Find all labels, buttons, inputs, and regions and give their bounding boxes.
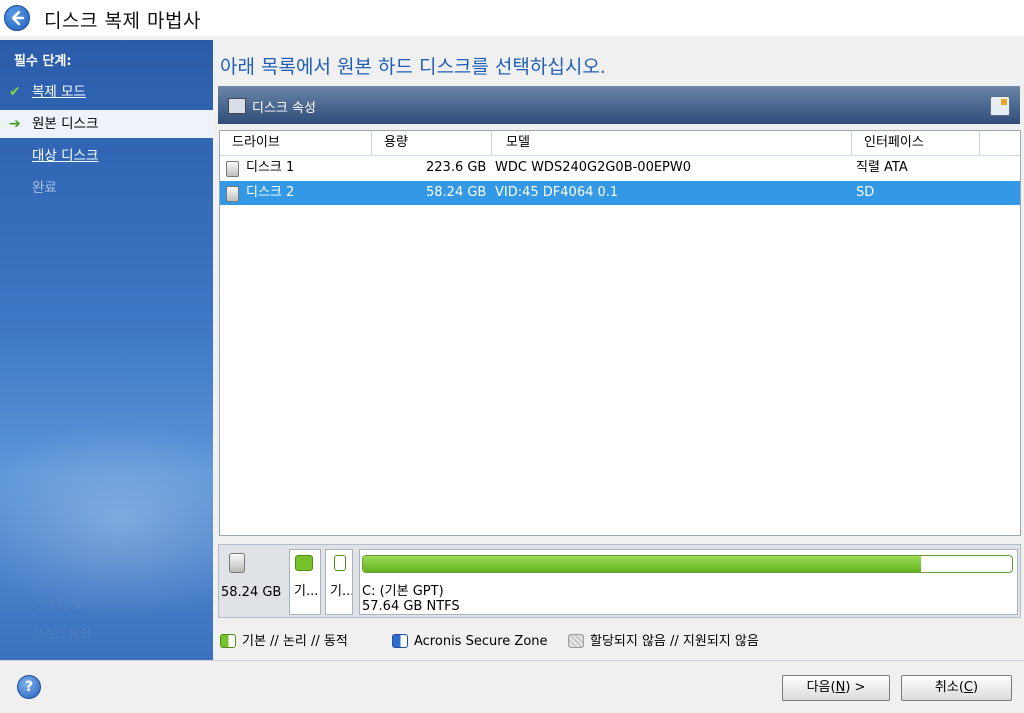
- next-button[interactable]: 다음(N) >: [782, 675, 890, 701]
- partition-label: 기...: [294, 584, 319, 599]
- disk-map: 58.24 GB 기... 기... C: (기본 GPT) 57.64 GB …: [218, 544, 1021, 618]
- required-steps-header: 필수 단계:: [14, 54, 72, 69]
- bottom-bar: ? 다음(N) > 취소(C): [0, 660, 1024, 713]
- cell-drive: 디스크 1: [246, 160, 295, 175]
- partition-usage-fill: [363, 556, 922, 572]
- step-label: 복제 모드: [32, 84, 86, 100]
- wizard-sidebar: 필수 단계: ✔ 복제 모드 ➔ 원본 디스크 대상 디스크 완료 선택 단계:…: [0, 40, 213, 660]
- column-header-model[interactable]: 모델: [492, 131, 852, 155]
- partition-bar: [334, 555, 346, 571]
- optional-steps-header: 선택 단계:: [32, 597, 85, 611]
- step-clone-mode[interactable]: ✔ 복제 모드: [0, 78, 213, 106]
- legend-acronis-label: Acronis Secure Zone: [414, 634, 548, 649]
- unallocated-icon: [568, 634, 584, 648]
- column-header-drive[interactable]: 드라이브: [220, 131, 372, 155]
- help-button[interactable]: ?: [17, 675, 41, 699]
- disk-properties-label: 디스크 속성: [252, 101, 316, 116]
- cell-drive: 디스크 2: [246, 185, 295, 200]
- disk-properties-bar: 디스크 속성: [218, 86, 1020, 124]
- partition-usage-bar: [362, 555, 1013, 573]
- cell-capacity: 58.24 GB: [426, 185, 487, 200]
- next-label-suffix: ) >: [845, 680, 866, 695]
- back-button[interactable]: [4, 5, 30, 31]
- step-source-disk[interactable]: ➔ 원본 디스크: [0, 110, 213, 138]
- cancel-label-key: C: [963, 680, 973, 695]
- legend-acronis: Acronis Secure Zone: [392, 632, 548, 652]
- cell-interface: 직렬 ATA: [856, 160, 908, 175]
- next-label-key: N: [835, 680, 846, 695]
- cancel-button[interactable]: 취소(C): [901, 675, 1012, 701]
- legend-basic: 기본 // 논리 // 동적: [220, 632, 348, 652]
- disk-properties-icon: [228, 98, 246, 114]
- partition-1[interactable]: 기...: [289, 549, 321, 615]
- step-label: 원본 디스크: [32, 116, 99, 132]
- table-header: 드라이브 용량 모델 인터페이스: [220, 131, 1020, 156]
- step-target-disk[interactable]: 대상 디스크: [0, 142, 213, 170]
- properties-edit-button[interactable]: [990, 96, 1010, 116]
- partition-label: 기...: [330, 584, 352, 599]
- table-row[interactable]: 디스크 2 58.24 GB VID:45 DF4064 0.1 SD: [220, 181, 1020, 205]
- arrow-left-icon: [11, 10, 25, 26]
- next-label-prefix: 다음(: [806, 680, 836, 695]
- column-header-interface[interactable]: 인터페이스: [852, 131, 980, 155]
- checkmark-icon: ✔: [9, 84, 21, 100]
- title-bar: 디스크 복제 마법사: [0, 0, 1024, 36]
- step-label: 완료: [32, 180, 57, 196]
- table-row[interactable]: 디스크 1 223.6 GB WDC WDS240G2G0B-00EPW0 직렬…: [220, 156, 1020, 180]
- partition-info: 57.64 GB NTFS: [362, 599, 460, 614]
- legend-unallocated: 할당되지 않음 // 지원되지 않음: [568, 632, 759, 652]
- secure-zone-icon: [392, 634, 408, 648]
- column-header-capacity[interactable]: 용량: [372, 131, 492, 155]
- basic-partition-icon: [220, 634, 236, 648]
- cell-model: VID:45 DF4064 0.1: [495, 185, 619, 200]
- disk-icon: [229, 553, 245, 573]
- step-label: 대상 디스크: [32, 148, 99, 164]
- disk-table: 드라이브 용량 모델 인터페이스 디스크 1 223.6 GB WDC WDS2…: [219, 130, 1021, 536]
- cell-interface: SD: [856, 185, 875, 200]
- legend-unallocated-label: 할당되지 않음 // 지원되지 않음: [590, 634, 759, 649]
- partition-c[interactable]: C: (기본 GPT) 57.64 GB NTFS: [359, 549, 1018, 615]
- cell-model: WDC WDS240G2G0B-00EPW0: [495, 160, 692, 175]
- arrow-right-icon: ➔: [9, 116, 21, 132]
- window-title: 디스크 복제 마법사: [44, 10, 201, 32]
- disk-size: 58.24 GB: [221, 585, 282, 600]
- partition-bar: [295, 555, 313, 571]
- disk-icon: [226, 186, 239, 202]
- partition-name: C: (기본 GPT): [362, 584, 444, 599]
- cancel-label-prefix: 취소(: [934, 680, 964, 695]
- step-disk-exclusion: 디스크 제외: [32, 627, 92, 641]
- legend-basic-label: 기본 // 논리 // 동적: [242, 634, 348, 649]
- cancel-label-suffix: ): [973, 680, 979, 695]
- step-finish: 완료: [0, 174, 213, 202]
- disk-icon: [226, 161, 239, 177]
- page-heading: 아래 목록에서 원본 하드 디스크를 선택하십시오.: [220, 56, 606, 78]
- cell-capacity: 223.6 GB: [426, 160, 487, 175]
- column-header-spacer: [980, 131, 1020, 155]
- partition-2[interactable]: 기...: [325, 549, 353, 615]
